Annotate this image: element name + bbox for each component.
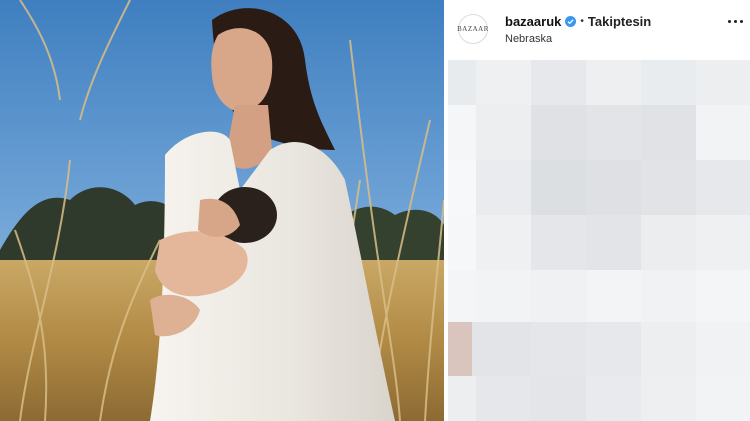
- username-link[interactable]: bazaaruk: [505, 14, 561, 29]
- post-side-panel: BAZAAR bazaaruk • Takiptesin Nebraska: [444, 0, 750, 421]
- separator-dot: •: [580, 16, 584, 27]
- username-row: bazaaruk • Takiptesin: [505, 14, 651, 29]
- more-options-icon[interactable]: [728, 20, 743, 23]
- blurred-comments-area: [448, 60, 750, 421]
- avatar[interactable]: BAZAAR: [457, 14, 489, 44]
- verified-badge-icon: [565, 16, 577, 27]
- post-header: BAZAAR bazaaruk • Takiptesin Nebraska: [444, 0, 750, 58]
- avatar-label: BAZAAR: [457, 25, 489, 33]
- location-link[interactable]: Nebraska: [505, 33, 552, 45]
- post-photo[interactable]: [0, 0, 444, 421]
- follow-status-button[interactable]: Takiptesin: [588, 14, 651, 29]
